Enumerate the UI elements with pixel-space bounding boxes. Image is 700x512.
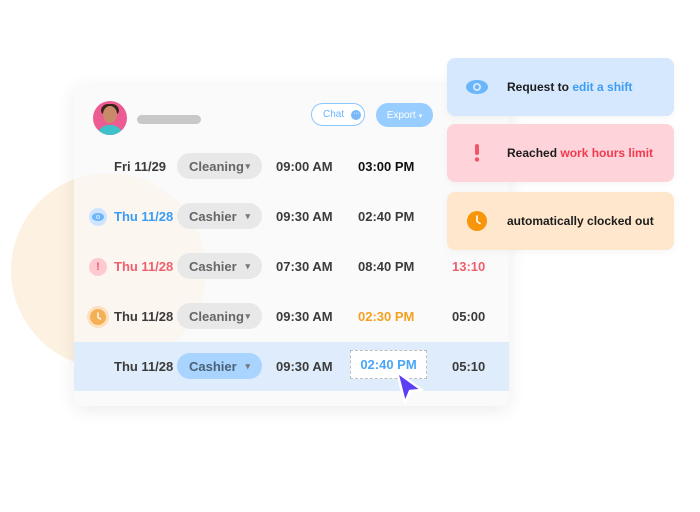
chevron-down-icon: ▾ — [245, 311, 250, 321]
chevron-down-icon: ▾ — [418, 113, 423, 120]
notification-text: Reached work hours limit — [507, 146, 653, 160]
export-button[interactable]: Export ▾ — [376, 103, 433, 127]
avatar[interactable] — [93, 101, 127, 135]
employee-name-placeholder — [137, 115, 201, 124]
notification-hours-limit[interactable]: Reached work hours limit — [447, 124, 674, 182]
role-dropdown[interactable]: Cashier ▾ — [177, 253, 262, 279]
role-dropdown[interactable]: Cleaning ▾ — [177, 153, 262, 179]
shift-start-time[interactable]: 07:30 AM — [276, 259, 333, 274]
role-dropdown[interactable]: Cashier ▾ — [177, 353, 262, 379]
role-label: Cashier — [189, 208, 237, 224]
table-row[interactable]: Fri 11/29 Cleaning ▾ 09:00 AM 03:00 PM 0… — [74, 142, 509, 191]
table-row[interactable]: Thu 11/28 Cashier ▾ 09:30 AM 02:40 PM 02… — [74, 192, 509, 241]
timesheet-card: Chat ··· Export ▾ Fri 11/29 Cleaning ▾ 0… — [74, 84, 509, 406]
role-label: Cashier — [189, 358, 237, 374]
shift-start-time[interactable]: 09:30 AM — [276, 209, 333, 224]
table-row[interactable]: ! Thu 11/28 Cashier ▾ 07:30 AM 08:40 PM … — [74, 242, 509, 291]
shift-end-time[interactable]: 02:40 PM — [358, 209, 414, 224]
notification-edit-request[interactable]: Request to edit a shift — [447, 58, 674, 116]
shift-start-time[interactable]: 09:30 AM — [276, 359, 333, 374]
table-row-selected[interactable]: Thu 11/28 Cashier ▾ 09:30 AM 02:40 PM 05… — [74, 342, 509, 391]
shift-end-time[interactable]: 03:00 PM — [358, 159, 414, 174]
export-button-label: Export — [386, 109, 416, 121]
chat-bubble-icon: ··· — [351, 109, 362, 120]
shift-total-hours: 05:10 — [452, 359, 486, 374]
chat-button[interactable]: Chat ··· — [311, 103, 365, 126]
role-label: Cleaning — [189, 158, 244, 174]
notification-prefix: Reached — [507, 146, 561, 160]
shift-date: Thu 11/28 — [114, 359, 174, 374]
shift-end-time[interactable]: 02:30 PM — [358, 309, 414, 324]
chevron-down-icon: ▾ — [245, 261, 250, 271]
shift-date: Fri 11/29 — [114, 159, 167, 174]
avatar-shirt — [97, 125, 123, 135]
shift-date: Thu 11/28 — [114, 209, 174, 224]
notification-prefix: Request to — [507, 80, 573, 94]
chevron-down-icon: ▾ — [245, 361, 250, 371]
chevron-down-icon: ▾ — [245, 161, 250, 171]
shift-start-time[interactable]: 09:00 AM — [276, 159, 333, 174]
clock-icon — [87, 306, 109, 328]
notification-text: Request to edit a shift — [507, 80, 632, 94]
eye-icon — [89, 208, 107, 226]
notification-highlight[interactable]: work hours limit — [560, 146, 653, 160]
notification-text: automatically clocked out — [507, 214, 654, 228]
table-row[interactable]: Thu 11/28 Cleaning ▾ 09:30 AM 02:30 PM 0… — [74, 292, 509, 341]
role-label: Cashier — [189, 258, 237, 274]
eye-icon — [447, 80, 507, 94]
shift-date: Thu 11/28 — [114, 259, 174, 274]
chat-button-label: Chat — [323, 109, 345, 120]
role-label: Cleaning — [189, 308, 244, 324]
role-dropdown[interactable]: Cashier ▾ — [177, 203, 262, 229]
shift-total-hours: 05:00 — [452, 309, 486, 324]
chevron-down-icon: ▾ — [245, 211, 250, 221]
clock-icon — [447, 211, 507, 231]
exclamation-icon — [447, 144, 507, 162]
role-dropdown[interactable]: Cleaning ▾ — [177, 303, 262, 329]
avatar-face — [103, 106, 117, 123]
notification-auto-clocked-out[interactable]: automatically clocked out — [447, 192, 674, 250]
shift-total-hours: 13:10 — [452, 259, 486, 274]
exclamation-icon: ! — [89, 258, 107, 276]
mouse-cursor-icon — [395, 370, 424, 405]
notification-highlight[interactable]: edit a shift — [572, 80, 632, 94]
shift-start-time[interactable]: 09:30 AM — [276, 309, 333, 324]
shift-date: Thu 11/28 — [114, 309, 174, 324]
shift-end-time[interactable]: 08:40 PM — [358, 259, 414, 274]
